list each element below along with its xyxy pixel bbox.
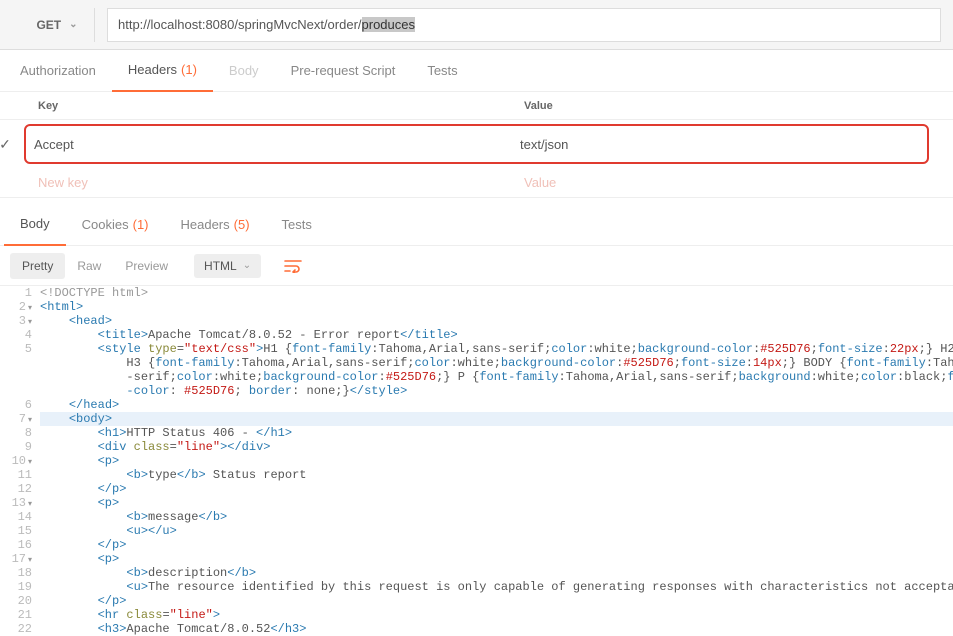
col-value: Value: [516, 100, 953, 112]
tab-headers[interactable]: Headers (1): [112, 50, 213, 92]
col-key: Key: [30, 100, 516, 112]
code-gutter: 12345678910111213141516171819202122: [0, 286, 40, 636]
url-prefix: http://localhost:8080/springMvcNext/orde…: [118, 17, 362, 32]
http-method-label: GET: [36, 18, 61, 32]
headers-row-highlight: ✓ Accept text/json: [24, 124, 929, 164]
http-method-selector[interactable]: GET ⌄: [20, 8, 95, 42]
new-header-key[interactable]: New key: [30, 175, 516, 190]
headers-table-header: Key Value: [0, 92, 953, 120]
response-format-bar: PrettyRawPreview HTML⌄: [0, 246, 953, 286]
wrap-lines-icon[interactable]: [279, 253, 307, 279]
chevron-down-icon: ⌄: [69, 19, 77, 30]
resp-tab-headers[interactable]: Headers (5): [165, 204, 266, 246]
new-header-row[interactable]: New key Value: [0, 168, 953, 198]
header-row-checkbox[interactable]: ✓: [2, 126, 8, 162]
url-input[interactable]: http://localhost:8080/springMvcNext/orde…: [107, 8, 941, 42]
header-key[interactable]: Accept: [26, 137, 512, 152]
request-topbar: GET ⌄ http://localhost:8080/springMvcNex…: [0, 0, 953, 50]
fmt-pretty-button[interactable]: Pretty: [10, 253, 65, 279]
tab-pre-request-script[interactable]: Pre-request Script: [275, 50, 412, 92]
tab-body[interactable]: Body: [213, 50, 275, 92]
resp-tab-body[interactable]: Body: [4, 204, 66, 246]
resp-tab-cookies[interactable]: Cookies (1): [66, 204, 165, 246]
header-value[interactable]: text/json: [512, 137, 927, 152]
url-highlight: produces: [362, 17, 415, 32]
response-tabs: BodyCookies (1)Headers (5)Tests: [0, 204, 953, 246]
request-tabs: AuthorizationHeaders (1)BodyPre-request …: [0, 50, 953, 92]
new-header-value[interactable]: Value: [516, 175, 953, 190]
response-body-code[interactable]: 12345678910111213141516171819202122 <!DO…: [0, 286, 953, 636]
header-row[interactable]: ✓ Accept text/json: [26, 126, 927, 162]
fmt-preview-button[interactable]: Preview: [113, 253, 180, 279]
tab-tests[interactable]: Tests: [411, 50, 473, 92]
resp-tab-tests[interactable]: Tests: [266, 204, 328, 246]
code-body[interactable]: <!DOCTYPE html><html> <head> <title>Apac…: [40, 286, 953, 636]
response-lang-selector[interactable]: HTML⌄: [194, 254, 261, 278]
chevron-down-icon: ⌄: [243, 260, 251, 271]
fmt-raw-button[interactable]: Raw: [65, 253, 113, 279]
tab-authorization[interactable]: Authorization: [4, 50, 112, 92]
